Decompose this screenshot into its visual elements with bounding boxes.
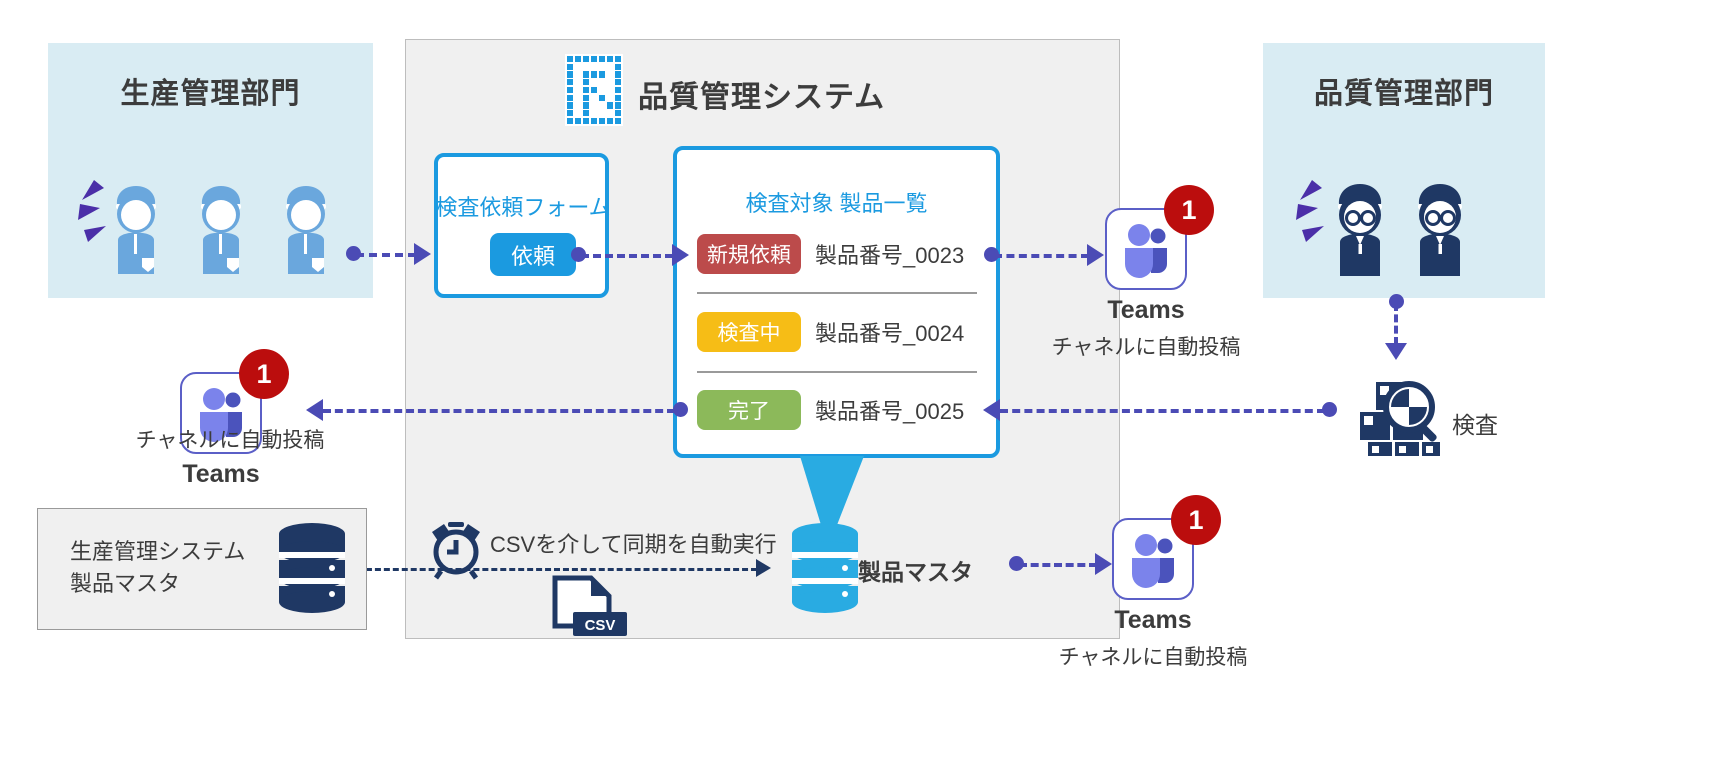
teams-label: Teams [182, 460, 260, 488]
connector-inspection-to-list [1000, 409, 1325, 413]
product-number-label: 製品番号_0023 [815, 243, 965, 268]
row-divider [697, 292, 977, 294]
teams-label: Teams [1107, 296, 1185, 324]
production-workers-icon [78, 180, 326, 274]
status-badge: 新規依頼 [697, 234, 801, 274]
teams-label: Teams [1114, 606, 1192, 634]
quality-inspectors-icon [1296, 180, 1462, 276]
quality-system-title: 品質管理システム [638, 81, 886, 114]
product-master-database-icon [792, 523, 858, 613]
connector-workers-to-form [356, 253, 416, 257]
product-master-label: 製品マスタ [858, 559, 973, 585]
legacy-system-line1: 生産管理システム [70, 539, 246, 564]
connector-list-to-teams-production [323, 409, 675, 413]
notification-badge: 1 [1171, 495, 1221, 545]
csv-file-label: CSV [585, 617, 616, 634]
teams-sublabel: チャネルに自動投稿 [1051, 336, 1241, 359]
connector-form-to-list [581, 254, 673, 258]
inspection-request-form-card [434, 153, 609, 298]
notification-badge: 1 [239, 349, 289, 399]
product-number-label: 製品番号_0025 [815, 399, 965, 424]
diagram-canvas: 生産管理部門 品質管理システム 検査依頼フォーム 依頼 検査対象 製品一覧 新規… [0, 0, 1720, 772]
f-logo-icon [565, 54, 623, 126]
arrow-head-icon [756, 559, 771, 577]
connector-list-to-teams-quality [994, 254, 1089, 258]
product-number-label: 製品番号_0024 [815, 321, 965, 346]
production-department-title: 生産管理部門 [120, 78, 301, 110]
request-button[interactable]: 依頼 [490, 233, 576, 276]
arrow-head-icon [1385, 343, 1407, 360]
notification-badge: 1 [1164, 185, 1214, 235]
teams-sublabel: チャネルに自動投稿 [1058, 646, 1248, 669]
arrow-head-icon [306, 399, 323, 421]
inspection-target-product-list-title: 検査対象 製品一覧 [745, 191, 928, 216]
arrow-head-icon [1095, 553, 1112, 575]
csv-file-icon: CSV [552, 575, 627, 636]
product-row[interactable]: 検査中 製品番号_0024 [697, 312, 964, 352]
alarm-clock-icon [432, 522, 480, 580]
connector-master-to-teams [1019, 563, 1097, 567]
legacy-database-icon [279, 523, 345, 613]
status-badge: 検査中 [697, 312, 801, 352]
connector-dot [673, 402, 688, 417]
boxes-magnifier-icon [1360, 381, 1440, 456]
legacy-system-label: 生産管理システム 製品マスタ [70, 536, 245, 600]
arrow-head-icon [414, 243, 431, 265]
arrow-head-icon [672, 244, 689, 266]
csv-sync-note: CSVを介して同期を自動実行 [490, 532, 777, 557]
inspection-request-form-title: 検査依頼フォーム [435, 195, 611, 220]
product-row[interactable]: 新規依頼 製品番号_0023 [697, 234, 964, 274]
connector-legacy-to-master [357, 568, 757, 571]
product-row[interactable]: 完了 製品番号_0025 [697, 390, 964, 430]
status-badge: 完了 [697, 390, 801, 430]
quality-department-title: 品質管理部門 [1313, 78, 1494, 110]
inspection-label: 検査 [1452, 412, 1498, 438]
legacy-system-line2: 製品マスタ [70, 570, 181, 596]
arrow-head-icon [983, 399, 1000, 421]
arrow-head-icon [1087, 244, 1104, 266]
connector-quality-to-inspection [1394, 303, 1398, 345]
row-divider [697, 371, 977, 373]
teams-sublabel: チャネルに自動投稿 [135, 429, 325, 452]
